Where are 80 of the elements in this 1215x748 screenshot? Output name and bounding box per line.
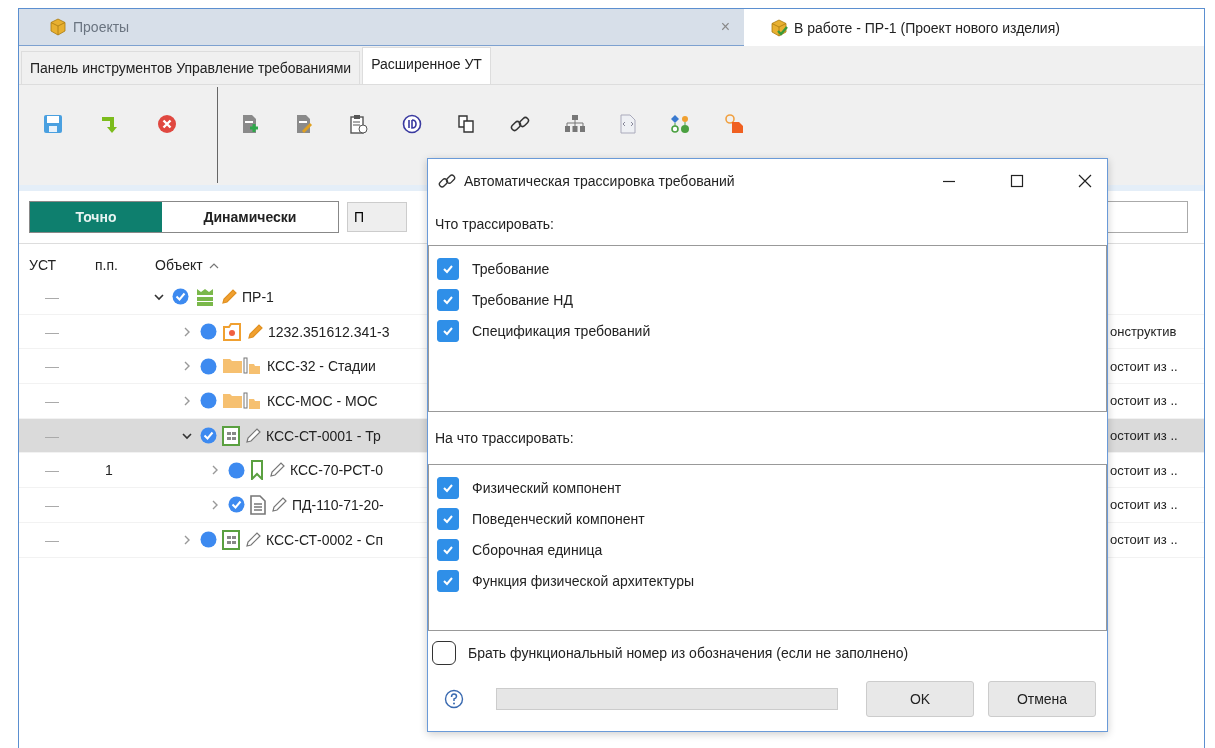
checkbox[interactable] [437, 570, 459, 592]
document-edit-icon[interactable] [294, 114, 314, 134]
folder-icon [222, 390, 262, 411]
cancel-icon[interactable] [157, 114, 177, 134]
checkbox[interactable] [432, 641, 456, 665]
link-icon [438, 172, 456, 190]
table-cell: — [45, 392, 59, 409]
table-cell: КСС-СТ-0001 - Тр [266, 427, 381, 444]
table-cell: КСС-МОС - МОС [267, 392, 378, 409]
document-tab[interactable]: Проекты × [19, 9, 744, 46]
table-cell: онструктив [1110, 324, 1177, 340]
checkbox-label: Сборочная единица [472, 542, 603, 558]
arrow-icon[interactable] [100, 114, 120, 134]
checkbox-label: Требование НД [472, 292, 573, 308]
cube-icon [770, 18, 788, 37]
help-icon[interactable] [444, 689, 464, 709]
checkbox[interactable] [437, 539, 459, 561]
table-cell: остоит из .. [1110, 358, 1178, 374]
table-cell: остоит из .. [1110, 532, 1178, 548]
checkbox[interactable] [437, 289, 459, 311]
ok-button[interactable]: OK [866, 681, 974, 717]
close-icon[interactable] [1077, 173, 1093, 189]
link-icon[interactable] [510, 114, 530, 134]
hierarchy-icon[interactable] [564, 114, 586, 134]
folder-icon [222, 356, 262, 377]
table-cell: остоит из .. [1110, 393, 1178, 409]
grid-icon [222, 529, 240, 550]
save-icon[interactable] [43, 114, 63, 134]
window-title: Автоматическая трассировка требований [464, 173, 736, 189]
table-cell: остоит из .. [1110, 462, 1178, 478]
table-cell: — [45, 427, 59, 444]
table-cell: ПД-110-71-20- [292, 496, 384, 513]
table-cell: ПР-1 [242, 288, 274, 305]
copy-icon[interactable] [456, 114, 476, 134]
checkbox[interactable] [437, 258, 459, 280]
column-header[interactable]: УСТ [29, 257, 57, 273]
checkbox-label: Поведенческий компонент [472, 511, 645, 527]
table-cell: остоит из .. [1110, 428, 1178, 444]
checkbox-label: Брать функциональный номер из обозначения (если не заполнено) [468, 645, 909, 661]
id-icon[interactable] [402, 114, 422, 134]
table-cell: — [45, 288, 59, 305]
node-diagram-icon[interactable] [670, 114, 690, 134]
section-heading: На что трассировать: [435, 430, 574, 446]
cancel-button[interactable]: Отмена [988, 681, 1096, 717]
table-cell: — [45, 323, 59, 340]
search-field[interactable] [1107, 201, 1188, 233]
clipboard-icon[interactable] [348, 114, 368, 134]
table-cell: — [45, 358, 59, 375]
column-header[interactable]: п.п. [95, 257, 118, 273]
checkbox-label: Функция физической архитектуры [472, 573, 695, 589]
sort-icon [208, 261, 219, 269]
table-cell: остоит из .. [1110, 497, 1178, 513]
table-cell: — [45, 496, 59, 513]
table-cell: — [45, 462, 59, 479]
table-cell: КСС-32 - Стадии [267, 358, 376, 375]
column-header[interactable]: Объект [155, 257, 203, 273]
stack-icon [194, 286, 216, 307]
ribbon-tab[interactable]: Расширенное УТ [362, 47, 491, 84]
document-icon [250, 494, 266, 515]
cube-icon [49, 18, 67, 36]
document-add-icon[interactable] [240, 114, 260, 134]
table-cell: КСС-70-РСТ-0 [290, 462, 383, 479]
ribbon-tab[interactable]: Панель инструментов Управление требованиями [21, 51, 361, 84]
section-heading: Что трассировать: [435, 216, 554, 232]
filter-button[interactable]: П [347, 202, 407, 232]
table-cell: 1232.351612.341-3 [268, 323, 390, 340]
table-cell: КСС-СТ-0002 - Сп [266, 531, 384, 548]
table-cell: — [45, 531, 59, 548]
xml-file-icon[interactable] [620, 114, 636, 134]
filter-mode-tab[interactable]: Точно [30, 202, 162, 232]
maximize-icon[interactable] [1009, 173, 1025, 189]
checkbox-label: Спецификация требований [472, 323, 651, 339]
table-cell: 1 [105, 462, 113, 479]
checkbox[interactable] [437, 477, 459, 499]
grid-icon [222, 425, 240, 446]
checkbox[interactable] [437, 320, 459, 342]
checkbox-label: Физический компонент [472, 480, 622, 496]
checkbox[interactable] [437, 508, 459, 530]
bookmark-icon [250, 460, 264, 481]
checkbox-label: Требование [472, 261, 550, 277]
